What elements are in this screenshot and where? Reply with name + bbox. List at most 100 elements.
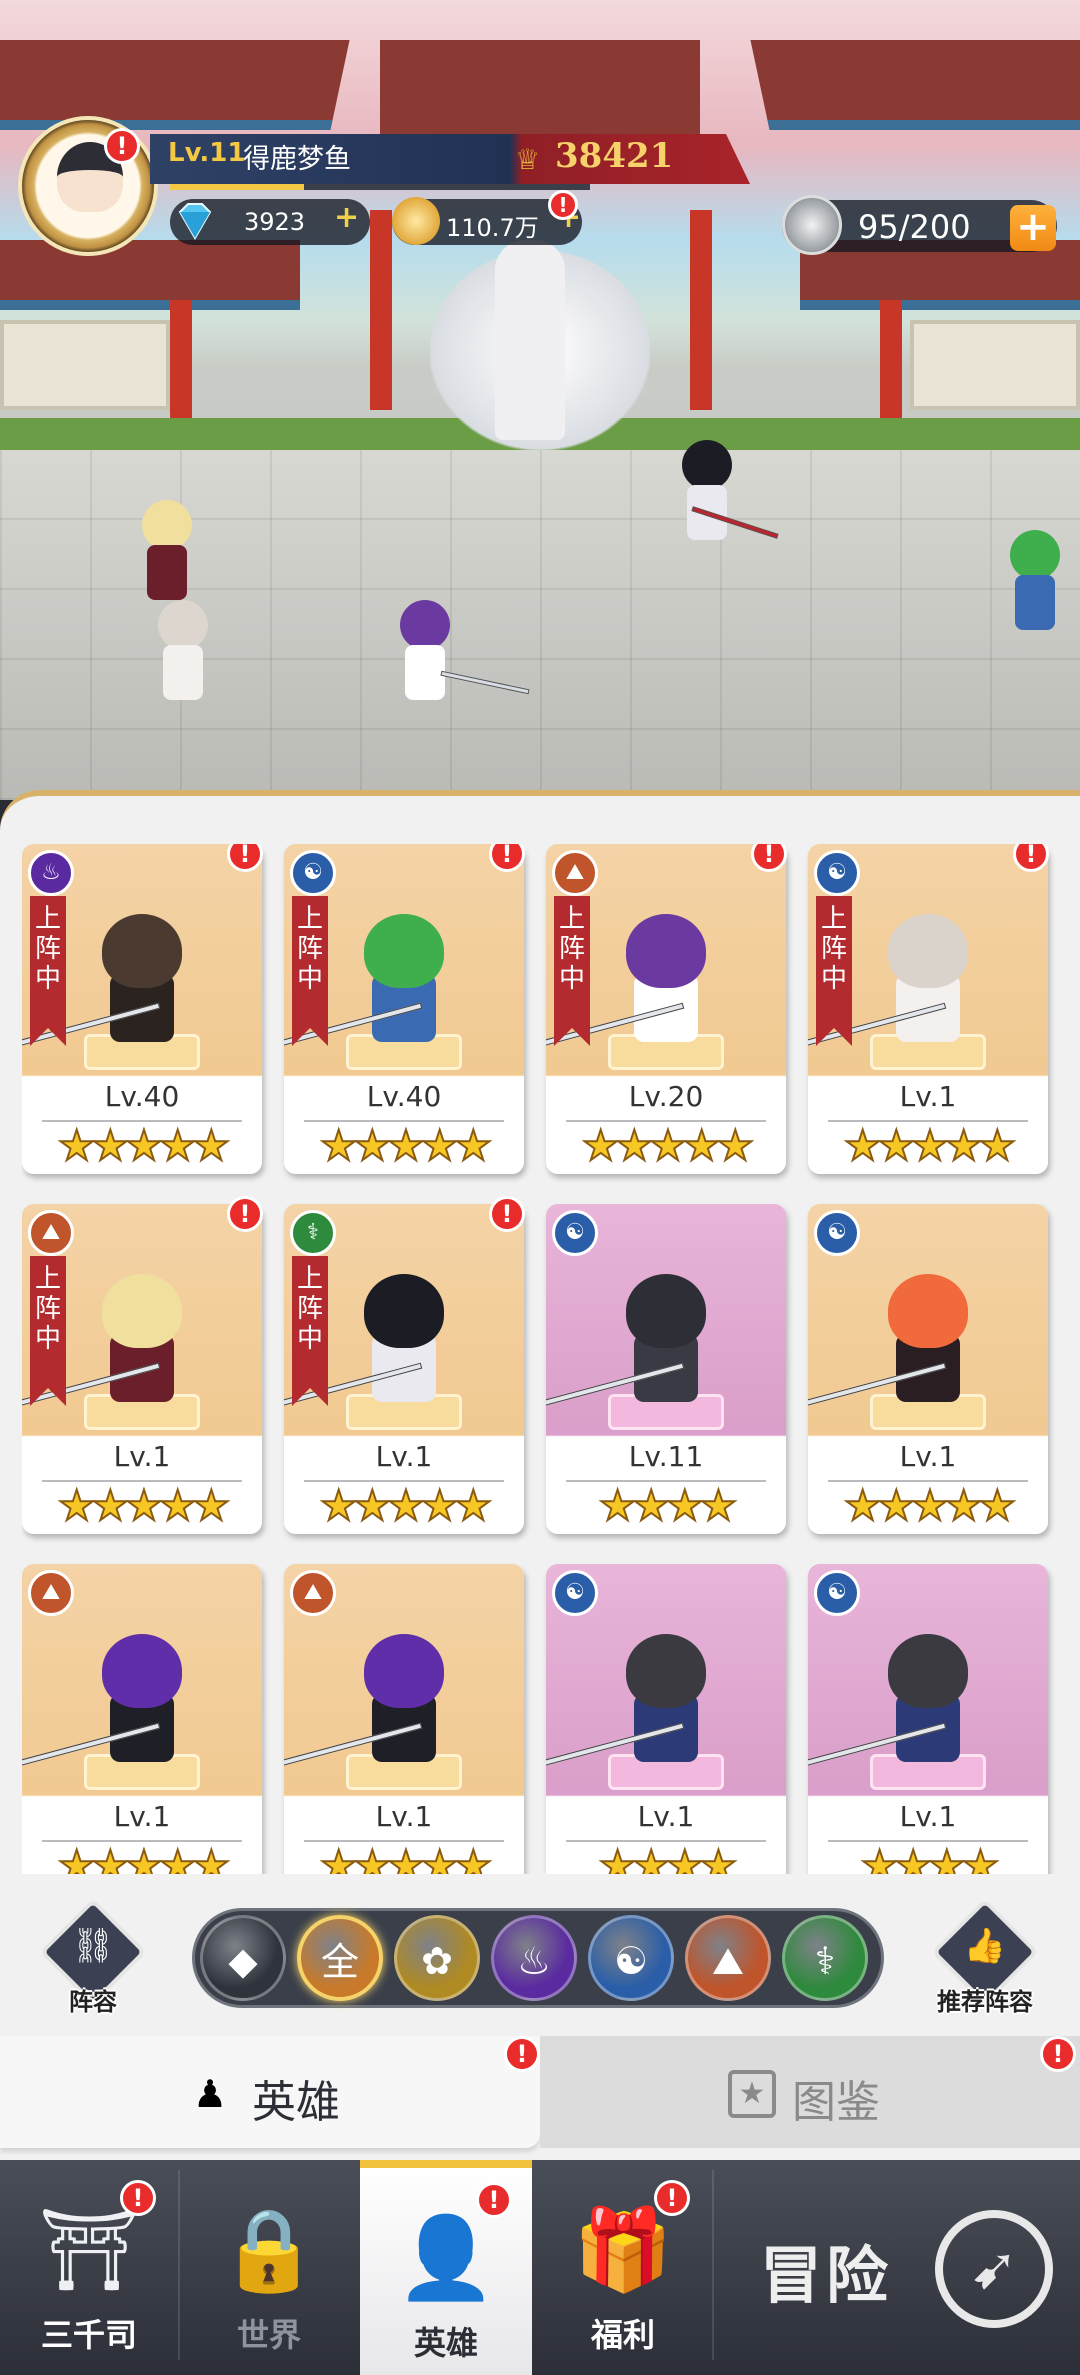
nav-label-sanqiansi: 三千司: [40, 2316, 137, 2354]
stamina-shield-icon: [782, 195, 842, 255]
hero-star-rating: ★★★★★: [319, 1121, 493, 1171]
earth-element-icon: ⛰: [552, 850, 598, 896]
hero-card[interactable]: ⚕ 上阵中 Lv.1 ★★★★★: [284, 1204, 524, 1534]
left-wall: [0, 320, 170, 410]
hero-level: Lv.1: [375, 1440, 433, 1473]
hero-card[interactable]: ⛰ Lv.1 ★★★★★: [22, 1564, 262, 1874]
player-level: Lv.11: [168, 138, 246, 168]
combat-power-icon: ♕: [515, 143, 541, 176]
filter-all-button[interactable]: 全: [297, 1915, 383, 2001]
gold-coin-icon: [392, 197, 440, 245]
filter-light-button[interactable]: ✿: [394, 1915, 480, 2001]
hero-star-rating: ★★★★★: [581, 1121, 755, 1171]
filter-life-button[interactable]: ⚕: [782, 1915, 868, 2001]
nav-heroes[interactable]: 👤 英雄 !: [360, 2160, 532, 2375]
hero-card[interactable]: ⛰ 上阵中 Lv.1 ★★★★★: [22, 1204, 262, 1534]
add-stamina-button[interactable]: +: [1010, 205, 1056, 251]
water-element-icon: ☯: [552, 1210, 598, 1256]
main-hall-roof: [380, 40, 700, 150]
avatar-alert-badge: !: [104, 128, 140, 164]
lineup-label: 阵容: [69, 1988, 117, 2016]
gift-box-icon: 🎁: [573, 2203, 673, 2296]
pillar: [880, 300, 902, 420]
tab-heroes[interactable]: ♟ 英雄 !: [0, 2036, 540, 2148]
hero-level: Lv.40: [366, 1080, 442, 1113]
hero-icon: 👤: [396, 2211, 496, 2304]
adventure-button[interactable]: 冒险 ➹: [720, 2170, 1080, 2370]
scene-hero-black-hair: [672, 440, 742, 560]
hero-card[interactable]: ☯ Lv.1 ★★★★★: [808, 1204, 1048, 1534]
bottom-navigation: ⛩ 三千司 ! 🔒 世界 👤 英雄 ! 🎁 福利 ! 冒险 ➹: [0, 2160, 1080, 2375]
nav-alert-badge: !: [120, 2180, 156, 2216]
earth-element-icon: ⛰: [290, 1570, 336, 1616]
hero-alert-badge: !: [227, 1196, 263, 1232]
nav-label-world: 世界: [236, 2316, 301, 2354]
water-element-icon: ☯: [814, 1570, 860, 1616]
scene-hero-swordswoman: [390, 600, 460, 720]
hero-card[interactable]: ☯ 上阵中 Lv.1 ★★★★★: [808, 844, 1048, 1174]
lineup-icon: ⛓: [71, 1926, 115, 1966]
hero-star-rating: ★★★★: [860, 1841, 1001, 1875]
nav-alert-badge: !: [654, 2180, 690, 2216]
hero-sprite-head: [888, 1274, 968, 1348]
add-gems-icon[interactable]: +: [334, 200, 359, 235]
hero-card[interactable]: ⛰ Lv.1 ★★★★★: [284, 1564, 524, 1874]
hero-star-rating: ★★★★★: [843, 1121, 1017, 1171]
hero-sprite-head: [102, 914, 182, 988]
hero-level: Lv.1: [113, 1440, 171, 1473]
nav-sanqiansi[interactable]: ⛩ 三千司 !: [0, 2160, 178, 2375]
hero-level: Lv.1: [637, 1800, 695, 1833]
gold-alert-badge: !: [548, 190, 578, 220]
left-gate-roof: [0, 240, 300, 310]
temple-icon: ⛩: [38, 2203, 140, 2296]
hero-sprite-head: [626, 1274, 706, 1348]
thumbs-up-icon: 👍: [963, 1926, 1007, 1966]
filter-fire-button[interactable]: ♨: [491, 1915, 577, 2001]
locked-world-icon: 🔒: [219, 2203, 319, 2296]
filter-earth-button[interactable]: ⛰: [685, 1915, 771, 2001]
recommend-lineup-button[interactable]: 👍 推荐阵容: [930, 1898, 1040, 2016]
nav-welfare[interactable]: 🎁 福利 !: [534, 2160, 712, 2375]
hero-level: Lv.1: [113, 1800, 171, 1833]
fire-element-icon: ♨: [28, 850, 74, 896]
hero-star-rating: ★★★★★: [57, 1121, 231, 1171]
pillar: [370, 210, 392, 410]
hero-card[interactable]: ☯ 上阵中 Lv.40 ★★★★★: [284, 844, 524, 1174]
hero-card[interactable]: ⛰ 上阵中 Lv.20 ★★★★★: [546, 844, 786, 1174]
xp-progress-bar: [170, 184, 590, 190]
hero-card[interactable]: ☯ Lv.11 ★★★★: [546, 1204, 786, 1534]
hero-sprite-head: [888, 1634, 968, 1708]
filter-class-button[interactable]: ◆: [200, 1915, 286, 2001]
nav-label-heroes: 英雄: [413, 2324, 478, 2362]
lineup-button[interactable]: ⛓ 阵容: [38, 1898, 148, 2016]
hero-card[interactable]: ☯ Lv.1 ★★★★: [546, 1564, 786, 1874]
hero-sprite-head: [626, 1634, 706, 1708]
hero-sprite-head: [364, 914, 444, 988]
combat-power: 38421: [555, 136, 674, 176]
hero-star-rating: ★★★★: [598, 1841, 739, 1875]
left-pavilion-roof: [0, 40, 350, 130]
water-element-icon: ☯: [814, 850, 860, 896]
earth-element-icon: ⛰: [28, 1210, 74, 1256]
deployed-ribbon: 上阵中: [816, 896, 852, 1046]
nav-world[interactable]: 🔒 世界: [180, 2160, 358, 2375]
deployed-ribbon: 上阵中: [30, 1256, 66, 1406]
water-element-icon: ☯: [552, 1570, 598, 1616]
hero-card[interactable]: ☯ Lv.1 ★★★★: [808, 1564, 1048, 1874]
tab-codex-alert-badge: !: [1040, 2036, 1076, 2072]
deployed-ribbon: 上阵中: [292, 896, 328, 1046]
tab-codex[interactable]: ★ 图鉴 !: [540, 2036, 1080, 2148]
filter-water-button[interactable]: ☯: [588, 1915, 674, 2001]
tab-codex-label: 图鉴: [792, 2077, 880, 2128]
nav-alert-badge: !: [476, 2182, 512, 2218]
hero-star-rating: ★★★★★: [319, 1841, 493, 1875]
recommend-lineup-label: 推荐阵容: [937, 1988, 1033, 2016]
hero-level: Lv.20: [628, 1080, 704, 1113]
gold-amount: 110.7万: [446, 214, 539, 242]
xp-progress-fill: [170, 184, 305, 190]
pillar: [690, 210, 712, 410]
stamina-amount: 95/200: [858, 208, 971, 246]
nav-divider: [712, 2170, 714, 2360]
tab-heroes-label: 英雄: [252, 2077, 340, 2128]
hero-card[interactable]: ♨ 上阵中 Lv.40 ★★★★★: [22, 844, 262, 1174]
